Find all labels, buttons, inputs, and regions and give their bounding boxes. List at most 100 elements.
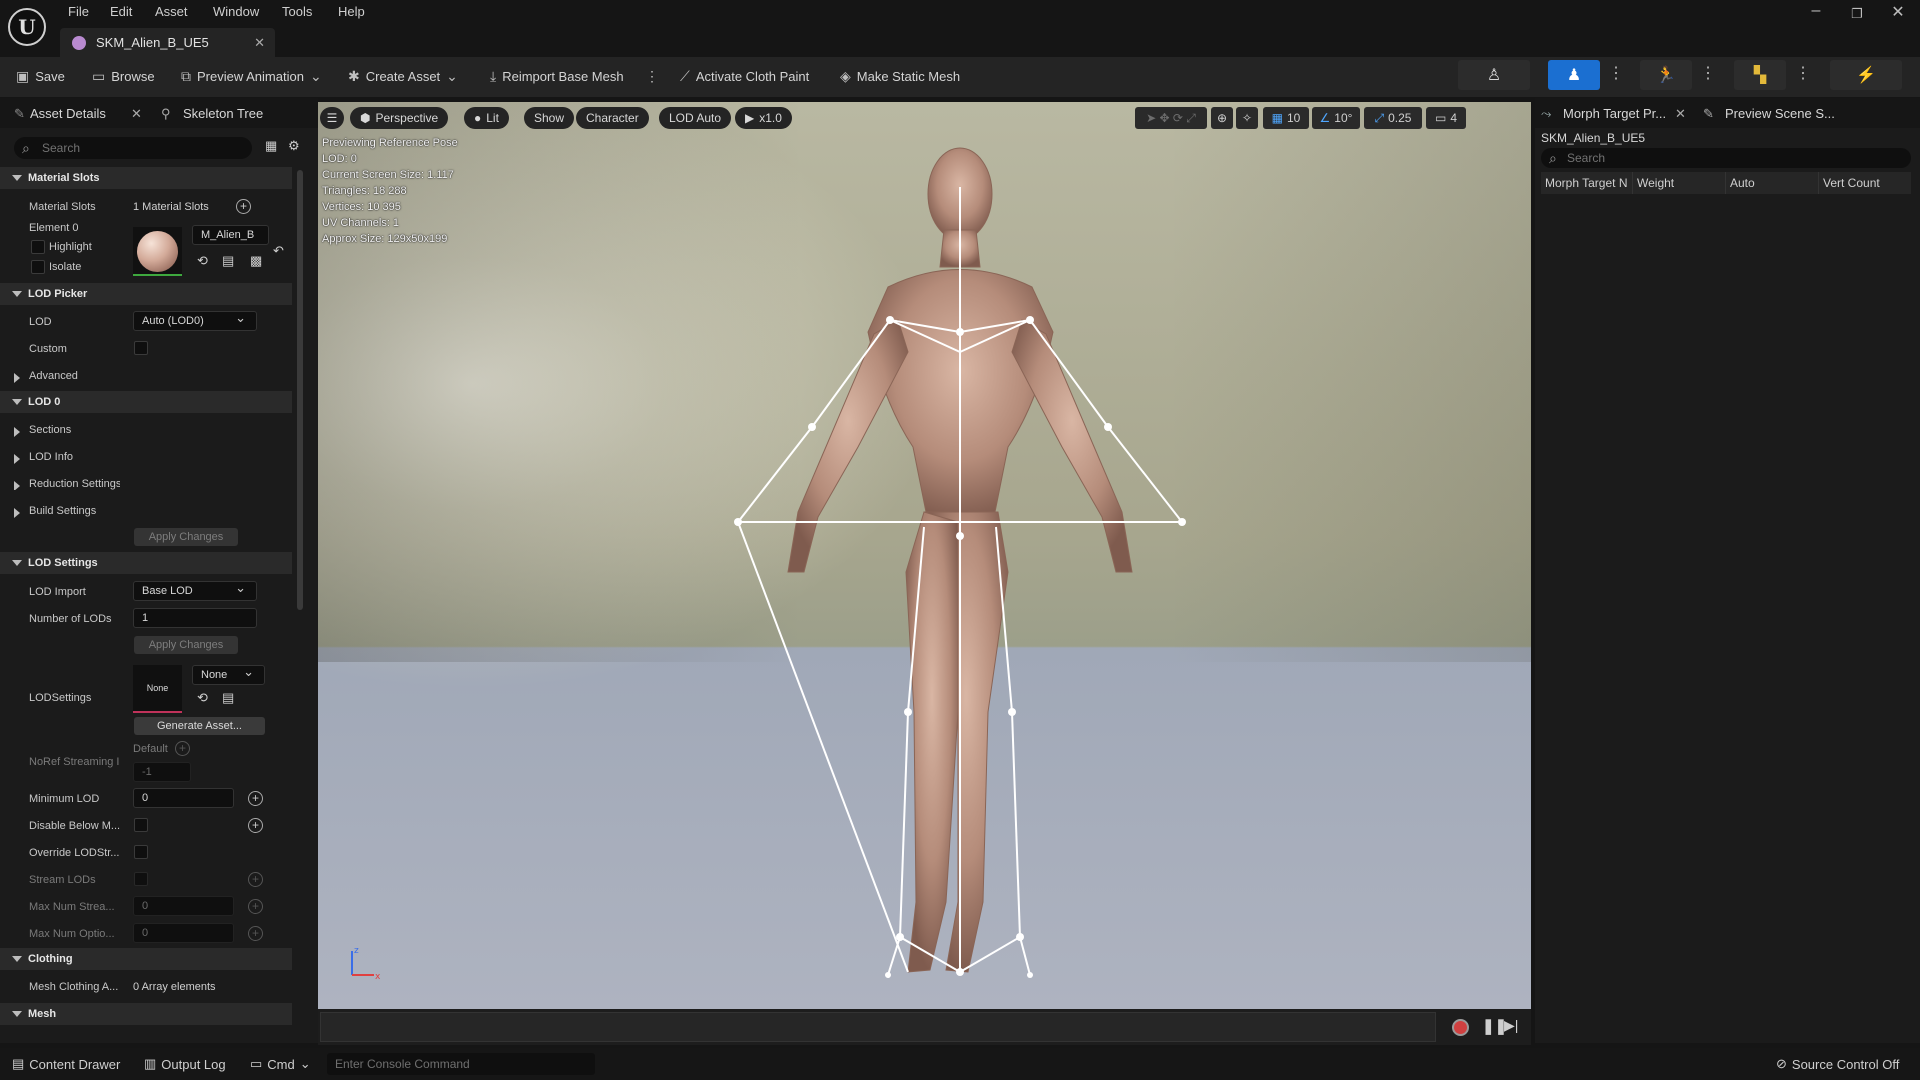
lodsettings-asset-dropdown[interactable]: None [192, 663, 265, 685]
close-tab-icon[interactable]: ✕ [131, 106, 142, 122]
use-selected-icon[interactable]: ⟲ [197, 253, 208, 269]
material-thumbnail[interactable] [133, 227, 182, 276]
apply-changes-button[interactable]: Apply Changes [134, 528, 238, 546]
character-button[interactable]: Character [576, 107, 649, 129]
console-command-input[interactable]: Enter Console Command [327, 1053, 595, 1075]
reduction-settings-expander[interactable]: Reduction Settings [14, 478, 120, 490]
lod-auto-button[interactable]: LOD Auto [659, 107, 732, 129]
step-forward-icon[interactable]: ▶| [1504, 1017, 1518, 1034]
record-icon[interactable] [1452, 1019, 1469, 1036]
column-weight[interactable]: Weight [1633, 172, 1726, 194]
details-scrollbar[interactable] [297, 170, 303, 610]
close-window-icon[interactable]: ✕ [1878, 2, 1918, 22]
build-settings-expander[interactable]: Build Settings [14, 505, 96, 518]
browse-asset-icon[interactable]: ▤ [222, 690, 234, 706]
grid-snap-button[interactable]: ▦ 10 [1263, 107, 1309, 129]
physics-mode-icon[interactable]: ⚡ [1830, 60, 1902, 90]
generate-asset-button[interactable]: Generate Asset... [134, 717, 265, 735]
cloth-paint-button[interactable]: ⟋ Activate Cloth Paint [680, 68, 809, 85]
world-local-icon[interactable]: ✧ [1236, 107, 1258, 129]
rotation-snap-button[interactable]: ∠ 10° [1312, 107, 1360, 129]
section-lod-picker[interactable]: LOD Picker [0, 283, 292, 305]
camera-speed-button[interactable]: ▭ 4 [1426, 107, 1466, 129]
reset-to-default-icon[interactable]: ↶ [273, 243, 284, 259]
close-tab-icon[interactable]: ✕ [254, 35, 265, 51]
surface-snap-icon[interactable]: ⊕ [1211, 107, 1233, 129]
timeline-track[interactable] [320, 1012, 1436, 1042]
scale-snap-button[interactable]: ⤢ 0.25 [1364, 107, 1422, 129]
create-asset-button[interactable]: ✱ Create Asset ⌄ [348, 68, 458, 85]
add-platform-override-icon[interactable]: + [248, 818, 263, 833]
unreal-logo-icon[interactable]: U [8, 8, 46, 46]
settings-gear-icon[interactable]: ⚙ [288, 138, 300, 154]
material-dropdown[interactable]: M_Alien_B [192, 225, 269, 245]
table-view-icon[interactable]: ▦ [265, 138, 277, 154]
reimport-options-icon[interactable]: ⋮ [645, 68, 659, 85]
restore-icon[interactable]: ❐ [1837, 6, 1877, 22]
tab-preview-scene-settings[interactable]: Preview Scene S... [1725, 106, 1835, 121]
mesh-mode-icon[interactable]: ♟ [1548, 60, 1600, 90]
lod-import-dropdown[interactable]: Base LOD [133, 579, 257, 601]
section-lod0[interactable]: LOD 0 [0, 391, 292, 413]
add-material-slot-icon[interactable]: + [236, 199, 251, 214]
document-tab[interactable]: SKM_Alien_B_UE5 ✕ [60, 28, 275, 57]
lod-dropdown[interactable]: Auto (LOD0) [133, 309, 257, 331]
viewport-menu-icon[interactable]: ☰ [320, 107, 344, 129]
mesh-mode-options-icon[interactable]: ⋮ [1608, 63, 1624, 83]
column-vert-count[interactable]: Vert Count [1819, 172, 1911, 194]
menu-file[interactable]: File [68, 4, 89, 19]
section-mesh[interactable]: Mesh [0, 1003, 292, 1025]
blueprint-mode-options-icon[interactable]: ⋮ [1795, 63, 1811, 83]
skeleton-mode-icon[interactable]: ♙ [1458, 60, 1530, 90]
override-lod-streaming-checkbox[interactable] [134, 845, 148, 859]
minimum-lod-input[interactable]: 0 [133, 788, 234, 808]
source-control-button[interactable]: ⊘ Source Control Off [1776, 1056, 1899, 1072]
animation-mode-options-icon[interactable]: ⋮ [1700, 63, 1716, 83]
isolate-checkbox[interactable] [31, 260, 45, 274]
transform-tools[interactable]: ➤ ✥ ⟳ ⤢ [1135, 107, 1207, 129]
advanced-expander[interactable]: Advanced [14, 370, 78, 383]
menu-edit[interactable]: Edit [110, 4, 132, 19]
menu-window[interactable]: Window [213, 4, 259, 19]
menu-tools[interactable]: Tools [282, 4, 312, 19]
sections-expander[interactable]: Sections [14, 424, 71, 437]
playback-speed-button[interactable]: ▶ x1.0 [735, 107, 792, 129]
highlight-checkbox[interactable] [31, 240, 45, 254]
apply-changes-button[interactable]: Apply Changes [134, 636, 238, 654]
reimport-button[interactable]: ⤓ Reimport Base Mesh [490, 68, 624, 85]
tab-skeleton-tree[interactable]: Skeleton Tree [183, 106, 263, 121]
tab-morph-target-preview[interactable]: Morph Target Pr... [1563, 106, 1666, 121]
column-morph-target-name[interactable]: Morph Target N [1541, 172, 1633, 194]
content-drawer-button[interactable]: ▤ Content Drawer [12, 1056, 120, 1072]
browse-asset-icon[interactable]: ▤ [222, 253, 234, 269]
blueprint-mode-icon[interactable]: ▚ [1734, 60, 1786, 90]
lodsettings-thumbnail[interactable]: None [133, 665, 182, 713]
viewport[interactable]: ☰ ⬢ Perspective ● Lit Show Character LOD A… [318, 102, 1531, 1009]
make-static-mesh-button[interactable]: ◈ Make Static Mesh [840, 68, 960, 85]
animation-mode-icon[interactable]: 🏃 [1640, 60, 1692, 90]
clear-icon[interactable]: ▩ [250, 253, 262, 269]
save-button[interactable]: ▣ Save [16, 68, 65, 85]
cmd-dropdown[interactable]: ▭ Cmd ⌄ [250, 1056, 311, 1072]
tab-asset-details[interactable]: Asset Details [30, 106, 106, 121]
custom-checkbox[interactable] [134, 341, 148, 355]
menu-asset[interactable]: Asset [155, 4, 188, 19]
section-lod-settings[interactable]: LOD Settings [0, 552, 292, 574]
lit-button[interactable]: ● Lit [464, 107, 509, 129]
menu-help[interactable]: Help [338, 4, 365, 19]
details-search-input[interactable]: Search [14, 137, 252, 159]
morph-search-input[interactable]: Search [1541, 148, 1911, 168]
output-log-button[interactable]: ▥ Output Log [144, 1056, 226, 1072]
section-material-slots[interactable]: Material Slots [0, 167, 292, 189]
section-clothing[interactable]: Clothing [0, 948, 292, 970]
browse-button[interactable]: ▭ Browse [92, 68, 155, 85]
close-tab-icon[interactable]: ✕ [1675, 106, 1686, 122]
show-button[interactable]: Show [524, 107, 575, 129]
number-of-lods-input[interactable]: 1 [133, 608, 257, 628]
column-auto[interactable]: Auto [1726, 172, 1819, 194]
use-selected-icon[interactable]: ⟲ [197, 690, 208, 706]
perspective-button[interactable]: ⬢ Perspective [350, 107, 449, 129]
minimize-icon[interactable]: – [1796, 2, 1836, 20]
preview-animation-button[interactable]: ⧉ Preview Animation ⌄ [181, 68, 322, 85]
disable-below-min-checkbox[interactable] [134, 818, 148, 832]
